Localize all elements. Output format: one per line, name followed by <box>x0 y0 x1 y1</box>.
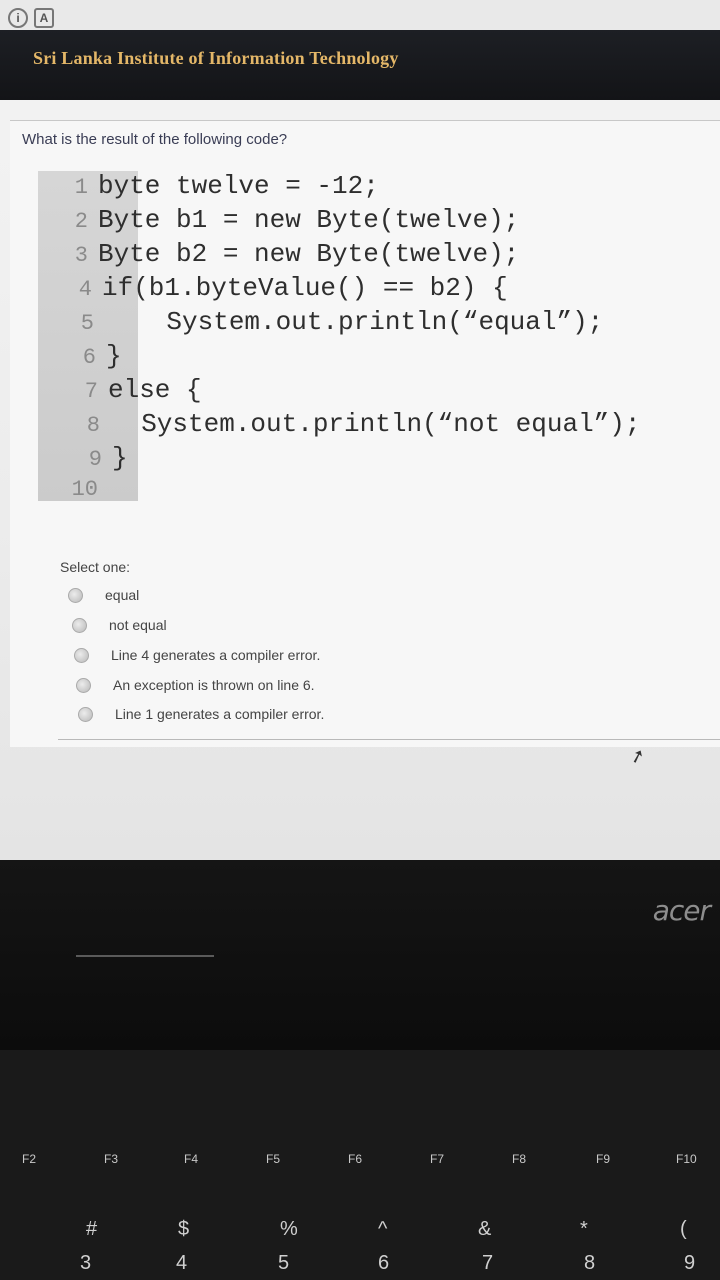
key-5: 5 <box>278 1252 290 1274</box>
answer-option[interactable]: An exception is thrown on line 6. <box>76 673 315 697</box>
code-snippet: 1 byte twelve = -12; 2 Byte b1 = new Byte(… <box>38 171 678 502</box>
answer-label[interactable]: Line 1 generates a compiler error. <box>115 706 324 722</box>
key-hash: # <box>86 1218 98 1240</box>
line-number: 2 <box>74 209 88 234</box>
app-icon[interactable]: A <box>34 8 54 28</box>
answer-label[interactable]: equal <box>105 587 139 603</box>
key-f7: F7 <box>430 1152 445 1166</box>
key-percent: % <box>280 1218 298 1240</box>
code-text: Byte b1 = new Byte(twelve); <box>98 205 520 235</box>
code-line: 4 if(b1.byteValue() == b2) { <box>60 273 508 307</box>
key-8: 8 <box>584 1252 596 1274</box>
answer-option[interactable]: equal <box>68 583 139 607</box>
key-7: 7 <box>482 1252 494 1274</box>
key-paren: ( <box>680 1218 687 1240</box>
line-number: 8 <box>86 413 100 438</box>
code-line: 1 byte twelve = -12; <box>56 171 379 205</box>
line-number: 1 <box>74 175 88 200</box>
code-line: 2 Byte b1 = new Byte(twelve); <box>56 205 519 239</box>
answer-option[interactable]: Line 1 generates a compiler error. <box>78 702 324 726</box>
line-number: 7 <box>84 379 98 404</box>
question-text: What is the result of the following code… <box>22 131 288 148</box>
key-f5: F5 <box>266 1152 281 1166</box>
key-f9: F9 <box>596 1152 611 1166</box>
line-number: 9 <box>88 447 102 472</box>
line-number: 5 <box>80 311 94 336</box>
key-asterisk: * <box>580 1218 588 1240</box>
code-line: 9} <box>70 443 128 477</box>
key-f4: F4 <box>184 1152 199 1166</box>
code-text: if(b1.byteValue() == b2) { <box>102 273 508 303</box>
code-text: } <box>112 443 128 473</box>
answer-option[interactable]: not equal <box>72 613 167 637</box>
power-icon[interactable]: i <box>8 8 28 28</box>
key-9: 9 <box>684 1252 696 1274</box>
key-f3: F3 <box>104 1152 119 1166</box>
key-f6: F6 <box>348 1152 363 1166</box>
key-ampersand: & <box>478 1218 492 1240</box>
key-dollar: $ <box>178 1218 190 1240</box>
laptop-bezel: acer <box>0 860 720 1050</box>
radio-button[interactable] <box>76 677 91 693</box>
question-card: What is the result of the following code… <box>10 120 720 747</box>
radio-button[interactable] <box>72 617 87 633</box>
select-one-label: Select one: <box>60 559 131 575</box>
key-caret: ^ <box>378 1218 388 1240</box>
key-f2: F2 <box>22 1152 37 1166</box>
code-text: } <box>106 341 122 371</box>
answer-label[interactable]: Line 4 generates a compiler error. <box>111 647 320 663</box>
code-text: System.out.println(“not equal”); <box>110 409 641 439</box>
code-text: byte twelve = -12; <box>98 171 379 201</box>
key-4: 4 <box>176 1252 188 1274</box>
key-3: 3 <box>80 1252 92 1274</box>
radio-button[interactable] <box>74 647 89 663</box>
code-line: 6} <box>64 341 122 375</box>
line-number: 10 <box>71 477 98 502</box>
code-line: 7 else { <box>66 375 202 409</box>
key-6: 6 <box>378 1252 390 1274</box>
card-divider <box>58 739 720 740</box>
code-line: 8 System.out.println(“not equal”); <box>68 409 641 443</box>
answer-label[interactable]: An exception is thrown on line 6. <box>113 677 315 693</box>
key-f10: F10 <box>676 1152 697 1166</box>
answer-option[interactable]: Line 4 generates a compiler error. <box>74 643 320 667</box>
browser-top-strip: i A <box>0 0 720 32</box>
radio-button[interactable] <box>78 706 93 722</box>
line-number: 3 <box>74 243 88 268</box>
keyboard: F2 F3 F4 F5 F6 F7 F8 F9 F10 # $ % ^ & * … <box>0 1050 720 1280</box>
code-text: else { <box>108 375 202 405</box>
code-line: 5 System.out.println(“equal”); <box>62 307 603 341</box>
answer-label[interactable]: not equal <box>109 617 167 633</box>
bezel-highlight <box>76 955 214 957</box>
radio-button[interactable] <box>68 587 83 603</box>
brand-logo: acer <box>652 894 711 927</box>
code-text: System.out.println(“equal”); <box>104 307 604 337</box>
banner-title[interactable]: Sri Lanka Institute of Information Techn… <box>33 48 399 69</box>
line-number: 4 <box>78 277 92 302</box>
site-banner: Sri Lanka Institute of Information Techn… <box>0 30 720 100</box>
screen: i A Sri Lanka Institute of Information T… <box>0 0 720 860</box>
code-line: 3 Byte b2 = new Byte(twelve); <box>56 239 519 273</box>
code-line: 10 <box>66 473 108 507</box>
code-text: Byte b2 = new Byte(twelve); <box>98 239 520 269</box>
line-number: 6 <box>82 345 96 370</box>
mouse-cursor-icon: ➚ <box>627 744 648 768</box>
key-f8: F8 <box>512 1152 527 1166</box>
